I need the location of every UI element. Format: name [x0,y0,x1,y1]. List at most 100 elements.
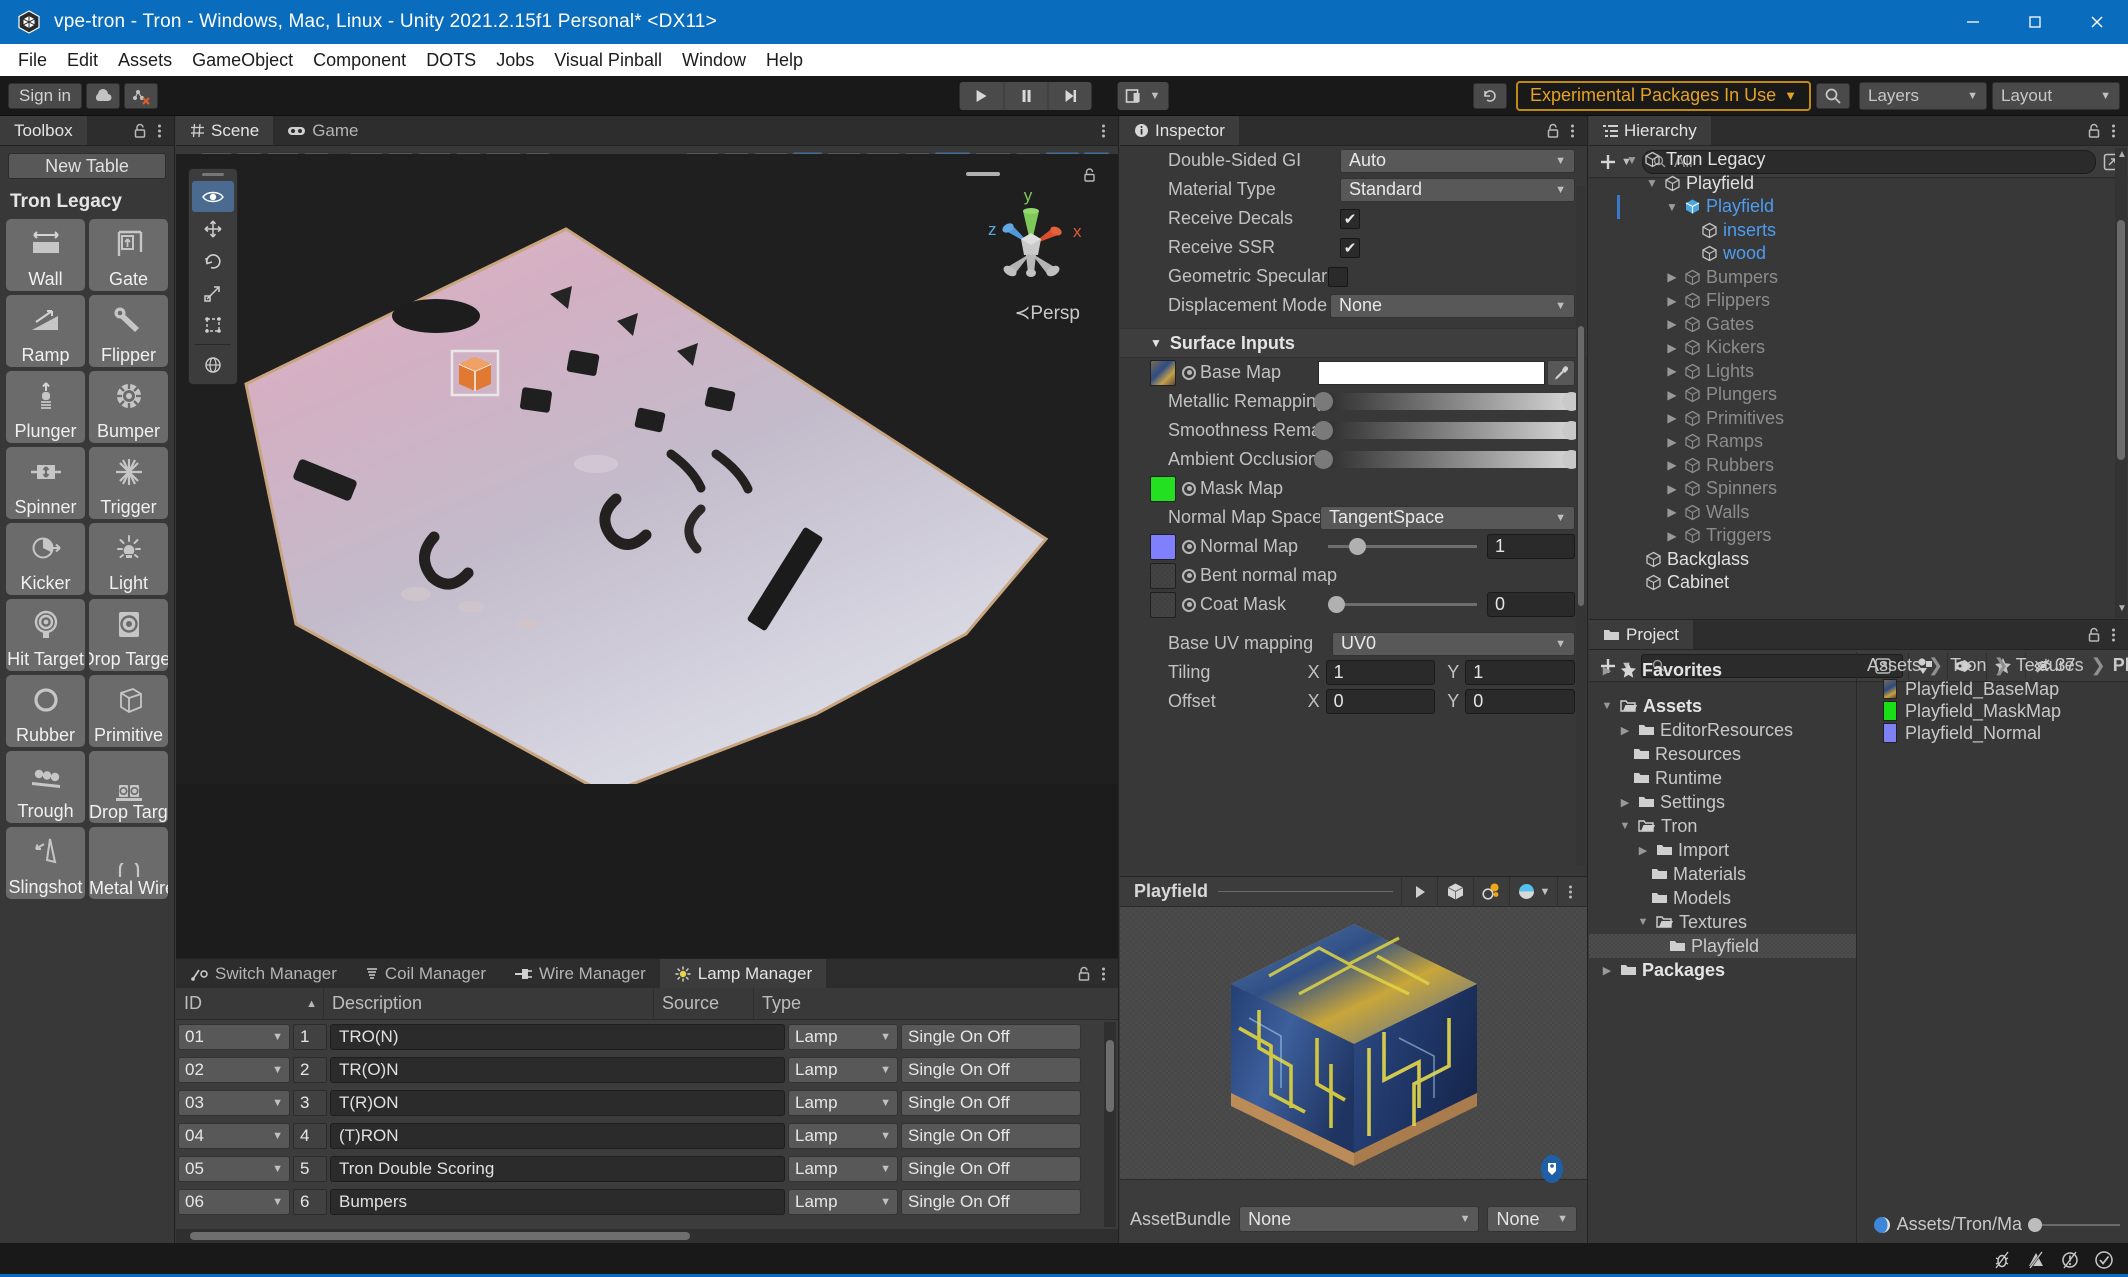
hierarchy-scrollbar[interactable]: ▲ ▼ [2115,148,2127,618]
breadcrumb-textures[interactable]: Textures [2016,655,2084,676]
chevron-right-icon[interactable]: ▶ [1665,317,1679,331]
error-off-icon[interactable] [2060,1250,2080,1270]
breadcrumb-assets[interactable]: Assets [1867,655,1921,676]
chevron-right-icon[interactable]: ▶ [1665,294,1679,308]
receive-decals-checkbox[interactable]: ✔ [1340,208,1360,229]
scene-view-gizmo[interactable]: y z x [966,168,1096,303]
chevron-down-icon[interactable]: ▼ [1599,700,1615,712]
toolbox-item-trigger[interactable]: Trigger [89,447,168,519]
new-table-button[interactable]: New Table [8,153,166,179]
layout-dropdown[interactable]: Layout ▼ [1992,81,2120,110]
chevron-right-icon[interactable]: ▶ [1665,364,1679,378]
tag-icon[interactable] [1539,1154,1565,1186]
project-tree-materials[interactable]: Materials [1589,862,1856,886]
geometric-specular-aa-checkbox[interactable] [1328,266,1348,287]
row-description[interactable]: Bumpers [330,1188,785,1215]
smoothness-remapping-slider[interactable] [1314,421,1581,440]
chevron-right-icon[interactable]: ▶ [1665,482,1679,496]
kebab-menu-icon[interactable] [1570,123,1575,139]
scrollbar-thumb[interactable] [2117,220,2125,460]
material-preview-viewport[interactable] [1120,907,1587,1179]
menu-item-visual-pinball[interactable]: Visual Pinball [544,47,672,74]
menu-item-jobs[interactable]: Jobs [486,47,544,74]
close-button[interactable] [2066,0,2128,44]
chevron-down-icon[interactable]: ▼ [1645,176,1659,190]
normal-map-radio-icon[interactable] [1182,539,1196,554]
chevron-down-icon[interactable]: ▼ [1635,916,1651,928]
move-tool-button[interactable] [192,213,234,244]
column-header-type[interactable]: Type [754,988,1118,1019]
toolbox-item-spinner[interactable]: Spinner [6,447,85,519]
scene-viewport[interactable]: y z x ≺Persp [176,154,1118,958]
tab-coil-manager[interactable]: Coil Manager [351,959,500,988]
transform-tool-button[interactable] [192,349,234,380]
toolbox-item-light[interactable]: Light [89,523,168,595]
project-tree-resources[interactable]: Resources [1589,742,1856,766]
menu-item-gameobject[interactable]: GameObject [182,47,303,74]
pause-button[interactable] [1003,81,1048,110]
offset-y-field[interactable]: 0 [1465,689,1575,714]
kebab-menu-icon[interactable] [157,123,162,139]
menu-item-window[interactable]: Window [672,47,756,74]
receive-ssr-checkbox[interactable]: ✔ [1340,237,1360,258]
asset-item-playfield-normal[interactable]: Playfield_Normal [1857,722,2128,744]
toolbox-item-rubber[interactable]: Rubber [6,675,85,747]
row-number[interactable]: 1 [293,1023,327,1050]
hierarchy-item-spinners[interactable]: ▶ Spinners [1589,477,2128,501]
cloud-icon[interactable] [85,82,120,109]
ready-check-icon[interactable] [2094,1250,2114,1270]
normal-map-space-dropdown[interactable]: TangentSpace ▼ [1320,505,1575,530]
asset-zoom-slider[interactable]: Assets/Tron/Ma [1873,1214,2120,1235]
warning-off-icon[interactable] [2026,1250,2046,1270]
rect-tool-button[interactable] [192,309,234,340]
asset-item-playfield-basemap[interactable]: Playfield_BaseMap [1857,678,2128,700]
gizmo-lock-icon[interactable] [1083,168,1096,183]
hierarchy-item-tron-legacy[interactable]: ▼ Tron Legacy [1589,148,2128,172]
table-hscrollbar[interactable] [176,1229,1118,1243]
chevron-right-icon[interactable]: ▶ [1665,529,1679,543]
project-tree-editorresources[interactable]: ▶ EditorResources [1589,718,1856,742]
lock-icon[interactable] [1077,966,1091,982]
toolbox-item-trough[interactable]: Trough [6,751,85,823]
coat-mask-thumbnail[interactable] [1150,591,1176,618]
double-sided-gi-dropdown[interactable]: Auto ▼ [1340,148,1575,173]
base-map-color-field[interactable] [1318,360,1545,385]
device-simulator-button[interactable]: ▼ [1117,81,1169,110]
hierarchy-item-kickers[interactable]: ▶ Kickers [1589,336,2128,360]
breadcrumb-tron[interactable]: Tron [1950,655,1986,676]
base-map-thumbnail[interactable] [1150,359,1176,386]
chevron-right-icon[interactable]: ▶ [1665,270,1679,284]
project-tree-playfield[interactable]: Playfield [1589,934,1856,958]
base-map-radio-icon[interactable] [1182,365,1196,380]
hierarchy-item-primitives[interactable]: ▶ Primitives [1589,407,2128,431]
orientation-gizmo[interactable]: y z x [966,183,1096,303]
chevron-right-icon[interactable]: ▶ [1665,341,1679,355]
row-description[interactable]: (T)RON [330,1122,785,1149]
displacement-mode-dropdown[interactable]: None ▼ [1330,293,1575,318]
zoom-track[interactable] [2028,1217,2120,1232]
toolbox-item-metal-wire-guide[interactable]: Metal Wire Guide [89,827,168,899]
tab-game[interactable]: Game [273,116,372,145]
material-sphere-icon[interactable]: ▼ [1509,876,1557,907]
project-tree-models[interactable]: Models [1589,886,1856,910]
tab-project[interactable]: Project [1589,620,1693,649]
project-tree-settings[interactable]: ▶ Settings [1589,790,1856,814]
base-uv-mapping-dropdown[interactable]: UV0 ▼ [1332,631,1575,656]
toolbox-item-drop-target-bank[interactable]: Drop Target Bank [89,751,168,823]
kebab-menu-icon[interactable] [1557,876,1583,907]
hierarchy-item-ramps[interactable]: ▶ Ramps [1589,430,2128,454]
toolbox-item-slingshot[interactable]: Slingshot [6,827,85,899]
table-row[interactable]: 04 ▼ 4 (T)RON Lamp ▼ Single On Off [176,1119,1118,1152]
chevron-down-icon[interactable]: ▼ [1617,820,1633,832]
tiling-x-field[interactable]: 1 [1325,660,1436,685]
hierarchy-item-gates[interactable]: ▶ Gates [1589,313,2128,337]
toolbox-item-ramp[interactable]: Ramp [6,295,85,367]
scroll-down-arrow[interactable]: ▼ [2117,604,2127,616]
lock-icon[interactable] [1546,123,1560,139]
chevron-right-icon[interactable]: ▶ [1665,458,1679,472]
tab-switch-manager[interactable]: Switch Manager [176,959,351,988]
chevron-right-icon[interactable]: ▶ [1635,844,1651,857]
normal-map-slider[interactable] [1328,538,1477,555]
inspector-scrollbar[interactable] [1576,186,1586,865]
sign-in-button[interactable]: Sign in [8,82,82,109]
